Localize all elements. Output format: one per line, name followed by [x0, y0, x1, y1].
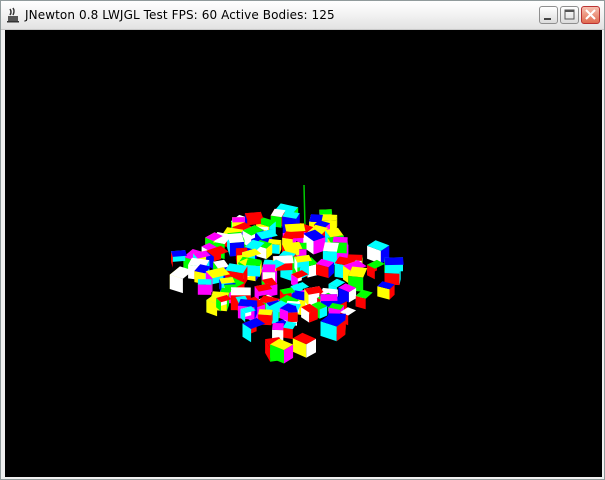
- cube: [377, 281, 395, 300]
- cube-face: [287, 312, 298, 323]
- cube: [355, 289, 373, 310]
- cube-face: [262, 264, 276, 273]
- cube: [367, 259, 385, 280]
- maximize-button[interactable]: [560, 6, 579, 24]
- cube-face: [332, 236, 348, 243]
- cube-face: [232, 217, 246, 223]
- cube-face: [322, 242, 339, 252]
- cube-face: [258, 309, 273, 316]
- cube: [242, 318, 266, 343]
- cube-face: [284, 223, 306, 233]
- close-button[interactable]: [581, 6, 600, 24]
- cube: [384, 267, 401, 286]
- java-app-icon: [7, 7, 19, 23]
- minimize-icon: [544, 18, 551, 20]
- minimize-button[interactable]: [539, 6, 558, 24]
- cube: [197, 279, 212, 295]
- cube-face: [245, 259, 262, 266]
- app-window: JNewton 0.8 LWJGL Test FPS: 60 Active Bo…: [0, 0, 605, 480]
- cube-face: [319, 209, 333, 215]
- cube-face: [384, 257, 404, 266]
- render-viewport[interactable]: [5, 30, 602, 477]
- cube-face: [197, 284, 212, 295]
- cube-face: [282, 327, 293, 340]
- cube: [245, 259, 262, 277]
- cube-face: [321, 214, 338, 221]
- title-bar[interactable]: JNewton 0.8 LWJGL Test FPS: 60 Active Bo…: [1, 1, 604, 30]
- cube-face: [384, 267, 401, 274]
- cube-pile-scene: [169, 184, 404, 364]
- cube-face: [320, 294, 338, 302]
- cube-face: [197, 279, 212, 285]
- cube-face: [171, 250, 187, 257]
- maximize-icon: [564, 9, 575, 20]
- cube: [316, 258, 334, 279]
- window-title: JNewton 0.8 LWJGL Test FPS: 60 Active Bo…: [25, 8, 335, 22]
- cube: [292, 332, 316, 358]
- cube-face: [230, 287, 251, 296]
- close-icon: [585, 9, 596, 20]
- cube: [169, 266, 194, 294]
- cube-face: [245, 265, 260, 277]
- cube-face: [272, 323, 284, 331]
